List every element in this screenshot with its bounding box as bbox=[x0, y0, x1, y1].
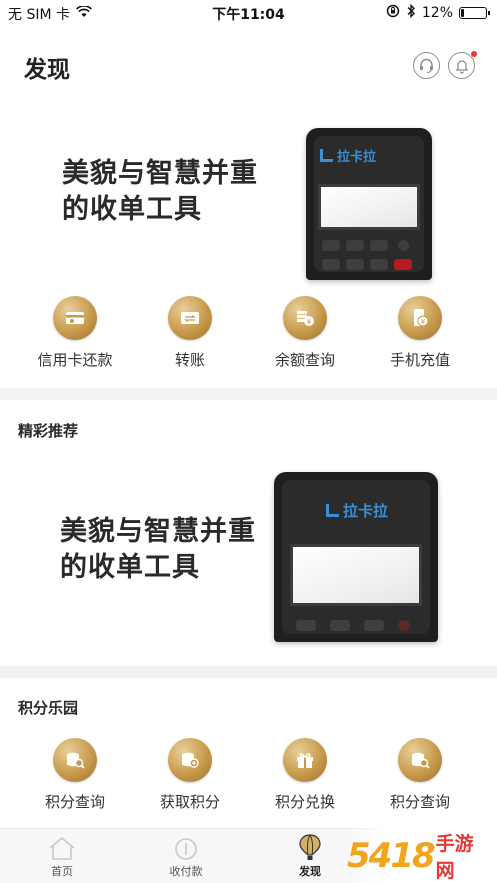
credit-card-icon bbox=[53, 296, 97, 340]
quick-action-label: 信用卡还款 bbox=[37, 351, 113, 369]
bell-icon bbox=[454, 59, 469, 74]
featured-headline-line1: 美貌与智慧并重 bbox=[60, 516, 256, 547]
points-item-label: 积分兑换 bbox=[274, 793, 335, 811]
tab-label: 首页 bbox=[51, 865, 73, 878]
section-title-featured: 精彩推荐 bbox=[18, 422, 79, 440]
device-screen bbox=[290, 544, 422, 606]
section-title-points: 积分乐园 bbox=[18, 699, 79, 717]
points-search-icon bbox=[398, 738, 442, 782]
featured-headline-line2: 的收单工具 bbox=[60, 552, 200, 583]
section-divider bbox=[0, 666, 497, 678]
points-add-icon bbox=[168, 738, 212, 782]
header: 发现 bbox=[0, 26, 497, 106]
brand-logo-icon bbox=[320, 149, 333, 162]
page-title: 发现 bbox=[24, 57, 70, 83]
points-item-label: 积分查询 bbox=[389, 793, 450, 811]
svg-text:¥: ¥ bbox=[307, 318, 312, 326]
battery-level bbox=[461, 9, 464, 17]
watermark-site: 手游网 bbox=[435, 832, 474, 882]
quick-action-label: 余额查询 bbox=[274, 351, 335, 369]
quick-action-transfer[interactable]: 转账 bbox=[135, 296, 245, 370]
pos-terminal-image: 拉卡拉 bbox=[306, 128, 432, 280]
quick-action-balance[interactable]: ¥ 余额查询 bbox=[250, 296, 360, 370]
status-bar: 无 SIM 卡 下午11:04 12% bbox=[0, 0, 497, 26]
balloon-icon bbox=[299, 834, 321, 860]
device-screen bbox=[318, 184, 420, 230]
brand-logo-icon bbox=[326, 504, 339, 517]
notification-dot bbox=[471, 51, 477, 57]
tab-label: 发现 bbox=[299, 865, 321, 878]
banner-headline-line1: 美貌与智慧并重 bbox=[62, 158, 258, 189]
watermark: 5418 手游网 bbox=[347, 828, 497, 883]
balance-icon: ¥ bbox=[283, 296, 327, 340]
device-brand-text: 拉卡拉 bbox=[337, 150, 377, 165]
bluetooth-icon bbox=[406, 3, 416, 22]
points-item-earn[interactable]: 获取积分 bbox=[135, 738, 245, 812]
tab-home[interactable]: 首页 bbox=[12, 833, 112, 879]
points-search-icon bbox=[53, 738, 97, 782]
points-item-redeem[interactable]: 积分兑换 bbox=[250, 738, 360, 812]
tab-discover[interactable]: 发现 bbox=[260, 833, 360, 879]
tab-label: 收付款 bbox=[169, 865, 203, 878]
customer-service-button[interactable] bbox=[413, 52, 440, 79]
device-brand-text: 拉卡拉 bbox=[343, 502, 389, 520]
tab-payment[interactable]: 收付款 bbox=[136, 833, 236, 879]
points-item-label: 获取积分 bbox=[159, 793, 220, 811]
quick-action-credit-card-repay[interactable]: 信用卡还款 bbox=[20, 296, 130, 370]
section-divider bbox=[0, 388, 497, 400]
featured-headline: 美貌与智慧并重 的收单工具 bbox=[60, 514, 256, 586]
promo-banner-featured[interactable]: 美貌与智慧并重 的收单工具 拉卡拉 bbox=[0, 452, 497, 662]
gift-icon bbox=[283, 738, 327, 782]
phone-recharge-icon: ¥ bbox=[398, 296, 442, 340]
transfer-icon bbox=[168, 296, 212, 340]
svg-text:¥: ¥ bbox=[421, 318, 426, 326]
headset-icon bbox=[420, 58, 433, 74]
quick-action-label: 转账 bbox=[174, 351, 205, 369]
points-item-query-2[interactable]: 积分查询 bbox=[365, 738, 475, 812]
battery-icon bbox=[459, 7, 490, 19]
notification-button[interactable] bbox=[448, 51, 477, 79]
battery-percent: 12% bbox=[421, 5, 453, 21]
device-logo: 拉卡拉 bbox=[326, 500, 388, 521]
quick-action-label: 手机充值 bbox=[389, 351, 450, 369]
banner-headline: 美貌与智慧并重 的收单工具 bbox=[62, 156, 258, 228]
banner-headline-line2: 的收单工具 bbox=[62, 194, 202, 225]
home-icon bbox=[49, 836, 75, 860]
watermark-number: 5418 bbox=[347, 835, 436, 876]
promo-banner-top[interactable]: 美貌与智慧并重 的收单工具 拉卡拉 bbox=[0, 106, 497, 290]
quick-action-phone-recharge[interactable]: ¥ 手机充值 bbox=[365, 296, 475, 370]
payment-icon bbox=[175, 838, 197, 860]
orientation-lock-icon bbox=[386, 4, 400, 22]
points-item-label: 积分查询 bbox=[44, 793, 105, 811]
device-logo: 拉卡拉 bbox=[320, 146, 376, 165]
points-item-query[interactable]: 积分查询 bbox=[20, 738, 130, 812]
pos-terminal-image: 拉卡拉 bbox=[274, 472, 438, 642]
